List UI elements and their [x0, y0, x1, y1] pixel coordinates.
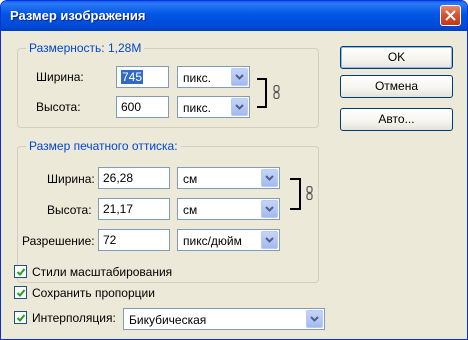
pixel-width-value: 745 [121, 70, 144, 84]
print-height-unit-select[interactable]: см [177, 198, 280, 220]
chain-link-icon [273, 85, 280, 99]
pixel-width-input[interactable]: 745 [116, 66, 169, 88]
print-link-bracket [290, 178, 301, 210]
cancel-button[interactable]: Отмена [340, 75, 453, 98]
scale-styles-label[interactable]: Стили масштабирования [32, 264, 172, 280]
scale-styles-checkbox[interactable] [14, 265, 27, 278]
title-bar[interactable]: Размер изображения [1, 1, 467, 31]
dialog-content: Размерность: 1,28M Ширина: 745 пикс. Выс… [1, 31, 467, 339]
pixel-dimensions-legend: Размерность: 1,28M [26, 41, 145, 56]
resolution-unit-value: пикс/дюйм [183, 234, 242, 248]
close-icon [445, 10, 456, 21]
print-width-unit-dropdown-button[interactable] [261, 169, 278, 187]
auto-button[interactable]: Авто... [340, 108, 453, 131]
print-height-label: Высота: [47, 203, 92, 217]
resolution-unit-select[interactable]: пикс/дюйм [177, 229, 280, 251]
window-title: Размер изображения [10, 8, 146, 23]
pixel-height-label: Высота: [36, 100, 81, 114]
pixel-width-label: Ширина: [36, 70, 84, 84]
chevron-down-icon [265, 206, 274, 212]
check-icon [16, 289, 26, 297]
check-icon [16, 314, 26, 322]
resample-checkbox[interactable] [14, 311, 27, 324]
close-button[interactable] [440, 5, 461, 26]
resample-method-dropdown-button[interactable] [306, 310, 323, 328]
constrain-proportions-checkbox[interactable] [14, 286, 27, 299]
resolution-label: Разрешение: [22, 234, 95, 248]
resample-method-value: Бикубическая [129, 313, 207, 327]
print-height-unit-value: см [183, 203, 198, 217]
pixel-height-unit-dropdown-button[interactable] [231, 98, 248, 116]
print-width-input[interactable]: 26,28 [98, 167, 170, 189]
print-height-input[interactable]: 21,17 [98, 198, 170, 220]
chain-link-icon [306, 186, 313, 200]
pixel-link-bracket [257, 78, 267, 108]
constrain-proportions-label[interactable]: Сохранить пропорции [32, 285, 155, 301]
pixel-width-unit-value: пикс. [183, 71, 211, 85]
resample-method-select[interactable]: Бикубическая [123, 308, 325, 330]
print-height-unit-dropdown-button[interactable] [261, 200, 278, 218]
pixel-width-unit-select[interactable]: пикс. [177, 66, 250, 88]
ok-button[interactable]: OK [340, 46, 453, 69]
pixel-height-unit-select[interactable]: пикс. [177, 96, 250, 118]
chevron-down-icon [235, 104, 244, 110]
chevron-down-icon [310, 316, 319, 322]
pixel-height-input[interactable]: 600 [116, 96, 169, 118]
pixel-height-unit-value: пикс. [183, 101, 211, 115]
check-icon [16, 268, 26, 276]
pixel-width-unit-dropdown-button[interactable] [231, 68, 248, 86]
resolution-input[interactable]: 72 [98, 229, 170, 251]
resolution-unit-dropdown-button[interactable] [261, 231, 278, 249]
chevron-down-icon [235, 74, 244, 80]
chevron-down-icon [265, 175, 274, 181]
print-width-unit-value: см [183, 172, 198, 186]
print-width-unit-select[interactable]: см [177, 167, 280, 189]
print-width-label: Ширина: [47, 172, 95, 186]
chevron-down-icon [265, 237, 274, 243]
image-size-dialog: Размер изображения Размерность: 1,28M Ши… [0, 0, 468, 340]
resample-label[interactable]: Интерполяция: [32, 310, 116, 326]
print-size-legend: Размер печатного оттиска: [26, 139, 181, 154]
